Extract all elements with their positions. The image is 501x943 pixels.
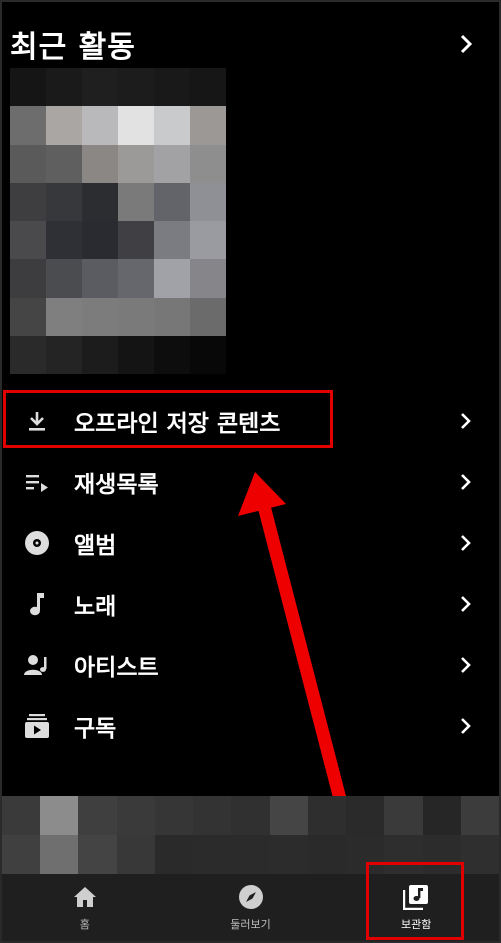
playlist-icon — [22, 467, 52, 497]
nav-label: 둘러보기 — [230, 917, 271, 931]
nav-label: 홈 — [79, 917, 90, 931]
chevron-right-icon — [451, 589, 481, 619]
menu-item-label: 구독 — [74, 715, 117, 742]
nav-explore[interactable]: 둘러보기 — [168, 874, 334, 941]
menu-item-label: 노래 — [74, 593, 117, 620]
menu-item-label: 앨범 — [74, 532, 117, 559]
chevron-right-icon[interactable] — [451, 29, 481, 59]
menu-item-albums[interactable]: 앨범 — [0, 512, 501, 573]
recent-activity-thumbnail[interactable] — [10, 68, 226, 374]
highlight-box — [3, 390, 333, 448]
chevron-right-icon — [451, 528, 481, 558]
library-menu: 오프라인 저장 콘텐츠 재생목록 앨범 노래 아티스트 구독 — [0, 390, 501, 756]
album-icon — [22, 528, 52, 558]
subscriptions-icon — [22, 711, 52, 741]
menu-item-songs[interactable]: 노래 — [0, 573, 501, 634]
home-icon — [72, 884, 98, 910]
artist-icon — [22, 650, 52, 680]
music-note-icon — [22, 589, 52, 619]
explore-icon — [238, 884, 264, 910]
menu-item-subscriptions[interactable]: 구독 — [0, 695, 501, 756]
chevron-right-icon — [451, 406, 481, 436]
chevron-right-icon — [451, 467, 481, 497]
menu-item-offline[interactable]: 오프라인 저장 콘텐츠 — [0, 390, 501, 451]
highlight-box — [366, 862, 464, 940]
menu-item-label: 아티스트 — [74, 654, 159, 681]
menu-item-playlists[interactable]: 재생목록 — [0, 451, 501, 512]
chevron-right-icon — [451, 711, 481, 741]
chevron-right-icon — [451, 650, 481, 680]
recent-activity-header[interactable]: 최근 활동 — [10, 22, 481, 66]
menu-item-label: 재생목록 — [74, 471, 159, 498]
menu-item-artists[interactable]: 아티스트 — [0, 634, 501, 695]
nav-home[interactable]: 홈 — [2, 874, 168, 941]
recent-activity-title: 최근 활동 — [10, 30, 136, 65]
